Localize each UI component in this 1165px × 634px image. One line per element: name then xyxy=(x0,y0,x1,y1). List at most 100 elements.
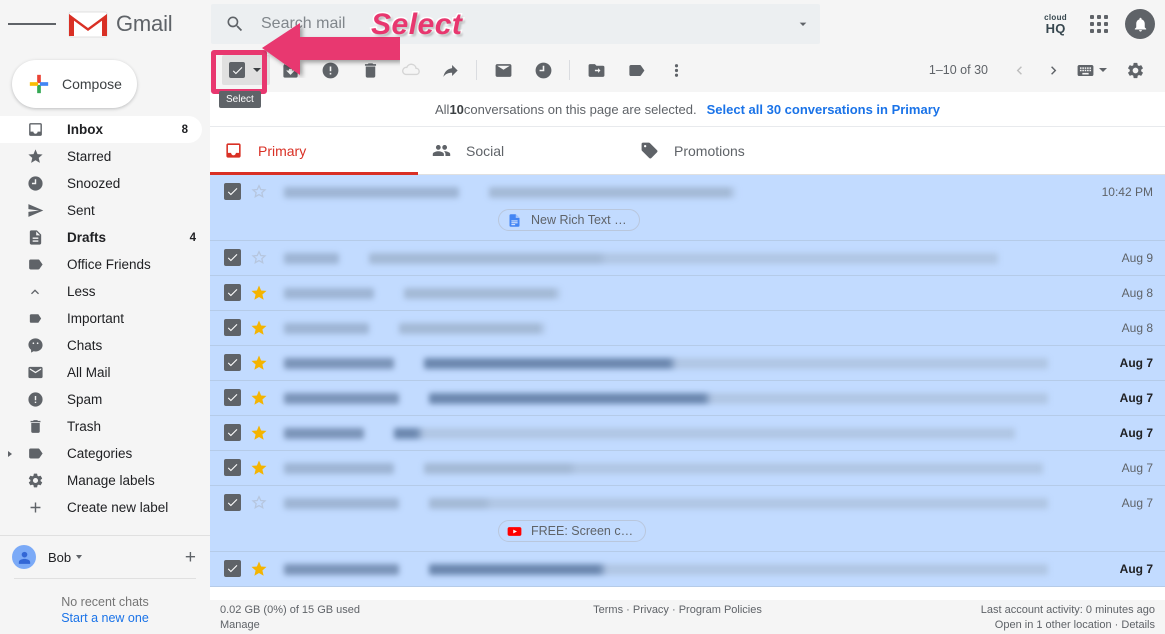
google-apps-icon[interactable] xyxy=(1081,6,1117,42)
google-docs-icon xyxy=(507,213,522,228)
move-to-icon[interactable] xyxy=(576,50,616,90)
chat-user-row[interactable]: Bob + xyxy=(0,536,210,578)
main-menu-icon[interactable] xyxy=(8,0,56,48)
sidebar-item-important[interactable]: Important xyxy=(0,305,210,332)
select-tooltip: Select xyxy=(219,91,261,108)
program-policies-link[interactable]: Program Policies xyxy=(679,604,762,616)
sidebar-item-label: Sent xyxy=(67,203,95,218)
table-row[interactable]: Aug 8 xyxy=(210,276,1165,311)
search-input[interactable] xyxy=(261,15,786,33)
sidebar-item-trash[interactable]: Trash xyxy=(0,413,210,440)
attachment-chip[interactable]: New Rich Text … xyxy=(498,209,640,231)
row-checkbox[interactable] xyxy=(224,560,241,577)
email-date: Aug 8 xyxy=(1121,321,1153,335)
star-filled-icon[interactable] xyxy=(250,354,268,372)
tab-primary[interactable]: Primary xyxy=(210,127,418,175)
row-content xyxy=(268,346,1112,380)
sidebar-item-label: Manage labels xyxy=(67,473,155,488)
row-content: FREE: Screen c… xyxy=(268,486,1114,551)
row-checkbox[interactable] xyxy=(224,389,241,406)
tab-promotions[interactable]: Promotions xyxy=(626,127,834,174)
snooze-icon[interactable] xyxy=(523,50,563,90)
row-checkbox[interactable] xyxy=(224,494,241,511)
new-chat-button[interactable]: + xyxy=(185,548,196,567)
chevron-down-icon[interactable] xyxy=(76,555,83,559)
select-all-checkbox[interactable] xyxy=(229,62,245,78)
row-checkbox[interactable] xyxy=(224,424,241,441)
next-page-icon[interactable] xyxy=(1036,53,1070,87)
row-checkbox[interactable] xyxy=(224,354,241,371)
row-checkbox[interactable] xyxy=(224,284,241,301)
labels-icon[interactable] xyxy=(616,50,656,90)
sidebar-item-office-friends[interactable]: Office Friends xyxy=(0,251,210,278)
table-row[interactable]: Aug 7 xyxy=(210,552,1165,587)
select-all-conversations-link[interactable]: Select all 30 conversations in Primary xyxy=(707,102,940,117)
sidebar-item-inbox[interactable]: Inbox 8 xyxy=(0,116,202,143)
gmail-m-icon xyxy=(68,9,108,39)
sidebar-item-all-mail[interactable]: All Mail xyxy=(0,359,210,386)
star-outline-icon[interactable] xyxy=(250,183,268,201)
cloudhq-logo[interactable]: cloud HQ xyxy=(1038,13,1073,35)
table-row[interactable]: Aug 9 xyxy=(210,241,1165,276)
sidebar-item-sent[interactable]: Sent xyxy=(0,197,210,224)
attachment-chip[interactable]: FREE: Screen c… xyxy=(498,520,647,542)
mark-unread-icon[interactable] xyxy=(483,50,523,90)
input-tools-button[interactable] xyxy=(1076,61,1107,80)
send-icon xyxy=(25,201,45,221)
sidebar-item-spam[interactable]: Spam xyxy=(0,386,210,413)
table-row[interactable]: Aug 7 xyxy=(210,451,1165,486)
star-filled-icon[interactable] xyxy=(250,389,268,407)
table-row[interactable]: Aug 7 xyxy=(210,416,1165,451)
sidebar-item-snoozed[interactable]: Snoozed xyxy=(0,170,210,197)
sidebar-item-categories[interactable]: Categories xyxy=(0,440,210,467)
row-checkbox[interactable] xyxy=(224,249,241,266)
sidebar-item-create-new-label[interactable]: Create new label xyxy=(0,494,210,521)
search-bar[interactable] xyxy=(211,4,820,44)
sidebar-item-less[interactable]: Less xyxy=(0,278,210,305)
star-filled-icon[interactable] xyxy=(250,284,268,302)
notifications-avatar[interactable] xyxy=(1125,9,1155,39)
email-date: Aug 8 xyxy=(1121,286,1153,300)
sidebar-item-chats[interactable]: Chats xyxy=(0,332,210,359)
start-new-chat-link[interactable]: Start a new one xyxy=(0,611,210,625)
star-filled-icon[interactable] xyxy=(250,459,268,477)
settings-gear-icon[interactable] xyxy=(1117,52,1153,88)
star-filled-icon[interactable] xyxy=(250,560,268,578)
star-outline-icon[interactable] xyxy=(250,494,268,512)
table-row[interactable]: Aug 8 xyxy=(210,311,1165,346)
delete-icon[interactable] xyxy=(350,50,390,90)
cloudhq-cloud-icon[interactable] xyxy=(390,50,430,90)
compose-button[interactable]: Compose xyxy=(12,60,137,108)
table-row[interactable]: FREE: Screen c… Aug 7 xyxy=(210,486,1165,552)
forward-icon[interactable] xyxy=(430,50,470,90)
details-link[interactable]: Details xyxy=(1121,619,1155,631)
table-row[interactable]: New Rich Text … 10:42 PM xyxy=(210,175,1165,241)
star-filled-icon[interactable] xyxy=(250,319,268,337)
sidebar-item-starred[interactable]: Starred xyxy=(0,143,210,170)
row-checkbox[interactable] xyxy=(224,459,241,476)
more-icon[interactable] xyxy=(656,50,696,90)
table-row[interactable]: Aug 7 xyxy=(210,346,1165,381)
terms-link[interactable]: Terms xyxy=(593,604,623,616)
tab-social[interactable]: Social xyxy=(418,127,626,174)
star-filled-icon[interactable] xyxy=(250,424,268,442)
sidebar-item-drafts[interactable]: Drafts 4 xyxy=(0,224,210,251)
star-outline-icon[interactable] xyxy=(250,249,268,267)
privacy-link[interactable]: Privacy xyxy=(633,604,669,616)
select-dropdown-icon[interactable] xyxy=(253,68,261,72)
row-checkbox[interactable] xyxy=(224,319,241,336)
row-checkbox[interactable] xyxy=(224,183,241,200)
previous-page-icon[interactable] xyxy=(1002,53,1036,87)
gmail-logo[interactable]: Gmail xyxy=(68,9,173,39)
search-options-icon[interactable] xyxy=(786,16,820,32)
report-spam-icon[interactable] xyxy=(310,50,350,90)
footer: 0.02 GB (0%) of 15 GB used Manage Terms … xyxy=(210,600,1165,634)
select-all-checkbox-button[interactable] xyxy=(222,55,270,85)
table-row[interactable]: Aug 7 xyxy=(210,381,1165,416)
expand-categories-icon[interactable] xyxy=(8,450,12,457)
archive-icon[interactable] xyxy=(270,50,310,90)
manage-storage-link[interactable]: Manage xyxy=(220,619,260,631)
sidebar-item-manage-labels[interactable]: Manage labels xyxy=(0,467,210,494)
sidebar-item-label: Spam xyxy=(67,392,103,407)
sender-redacted xyxy=(284,322,369,334)
